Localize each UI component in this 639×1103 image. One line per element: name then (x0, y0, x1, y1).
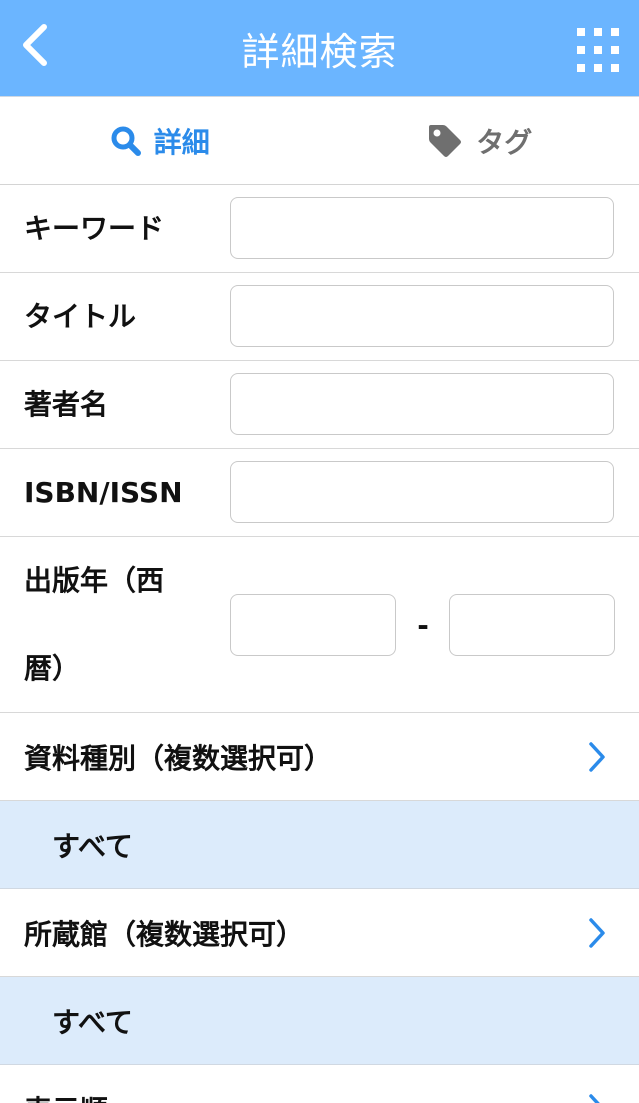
page-title: 詳細検索 (241, 30, 398, 74)
title-label: タイトル (24, 299, 137, 333)
author-input[interactable] (230, 373, 614, 435)
title-input[interactable] (230, 285, 614, 347)
year-from-input[interactable] (230, 594, 396, 656)
keyword-label: キーワード (24, 211, 165, 245)
tab-tag[interactable]: タグ (320, 97, 639, 184)
publication-year-label: 出版年（西 暦） (0, 537, 230, 713)
sort-order-selector[interactable]: 表示順 (0, 1065, 639, 1103)
author-label: 著者名 (24, 387, 109, 421)
library-selector[interactable]: 所蔵館（複数選択可） (0, 889, 639, 977)
year-to-input[interactable] (449, 594, 615, 656)
title-row: タイトル (0, 273, 639, 361)
header-bar: 詳細検索 (0, 0, 639, 97)
library-selected-value[interactable]: すべて (0, 977, 639, 1065)
publication-year-label-line1: 出版年（西 (24, 563, 165, 597)
isbn-row: ISBN/ISSN (0, 449, 639, 537)
tab-tag-label: タグ (476, 125, 533, 159)
isbn-input[interactable] (230, 461, 614, 523)
isbn-label: ISBN/ISSN (24, 475, 183, 509)
material-type-label: 資料種別（複数選択可） (24, 741, 333, 775)
material-type-selected-value[interactable]: すべて (0, 801, 639, 889)
material-type-selector[interactable]: 資料種別（複数選択可） (0, 713, 639, 801)
tab-detail[interactable]: 詳細 (0, 97, 320, 184)
search-tabs: 詳細 タグ (0, 97, 639, 185)
grid-menu-button[interactable] (577, 28, 621, 72)
tag-icon (429, 124, 462, 157)
publication-year-row: 出版年（西 暦） - (0, 537, 639, 713)
chevron-right-icon (585, 917, 609, 949)
year-range-separator: - (417, 608, 429, 642)
tab-detail-label: 詳細 (153, 125, 210, 159)
search-icon (111, 126, 141, 156)
keyword-row: キーワード (0, 185, 639, 273)
keyword-input[interactable] (230, 197, 614, 259)
publication-year-label-line2: 暦） (24, 651, 81, 685)
author-row: 著者名 (0, 361, 639, 449)
chevron-right-icon (585, 1093, 609, 1103)
app-root: 詳細検索 詳細 タグ キーワード タイトル 著者名 ISBN/ISSN 出版年（… (0, 0, 639, 1103)
library-label: 所蔵館（複数選択可） (24, 917, 305, 951)
chevron-right-icon (585, 741, 609, 773)
sort-order-label: 表示順 (24, 1089, 108, 1103)
grid-menu-icon (577, 28, 585, 36)
